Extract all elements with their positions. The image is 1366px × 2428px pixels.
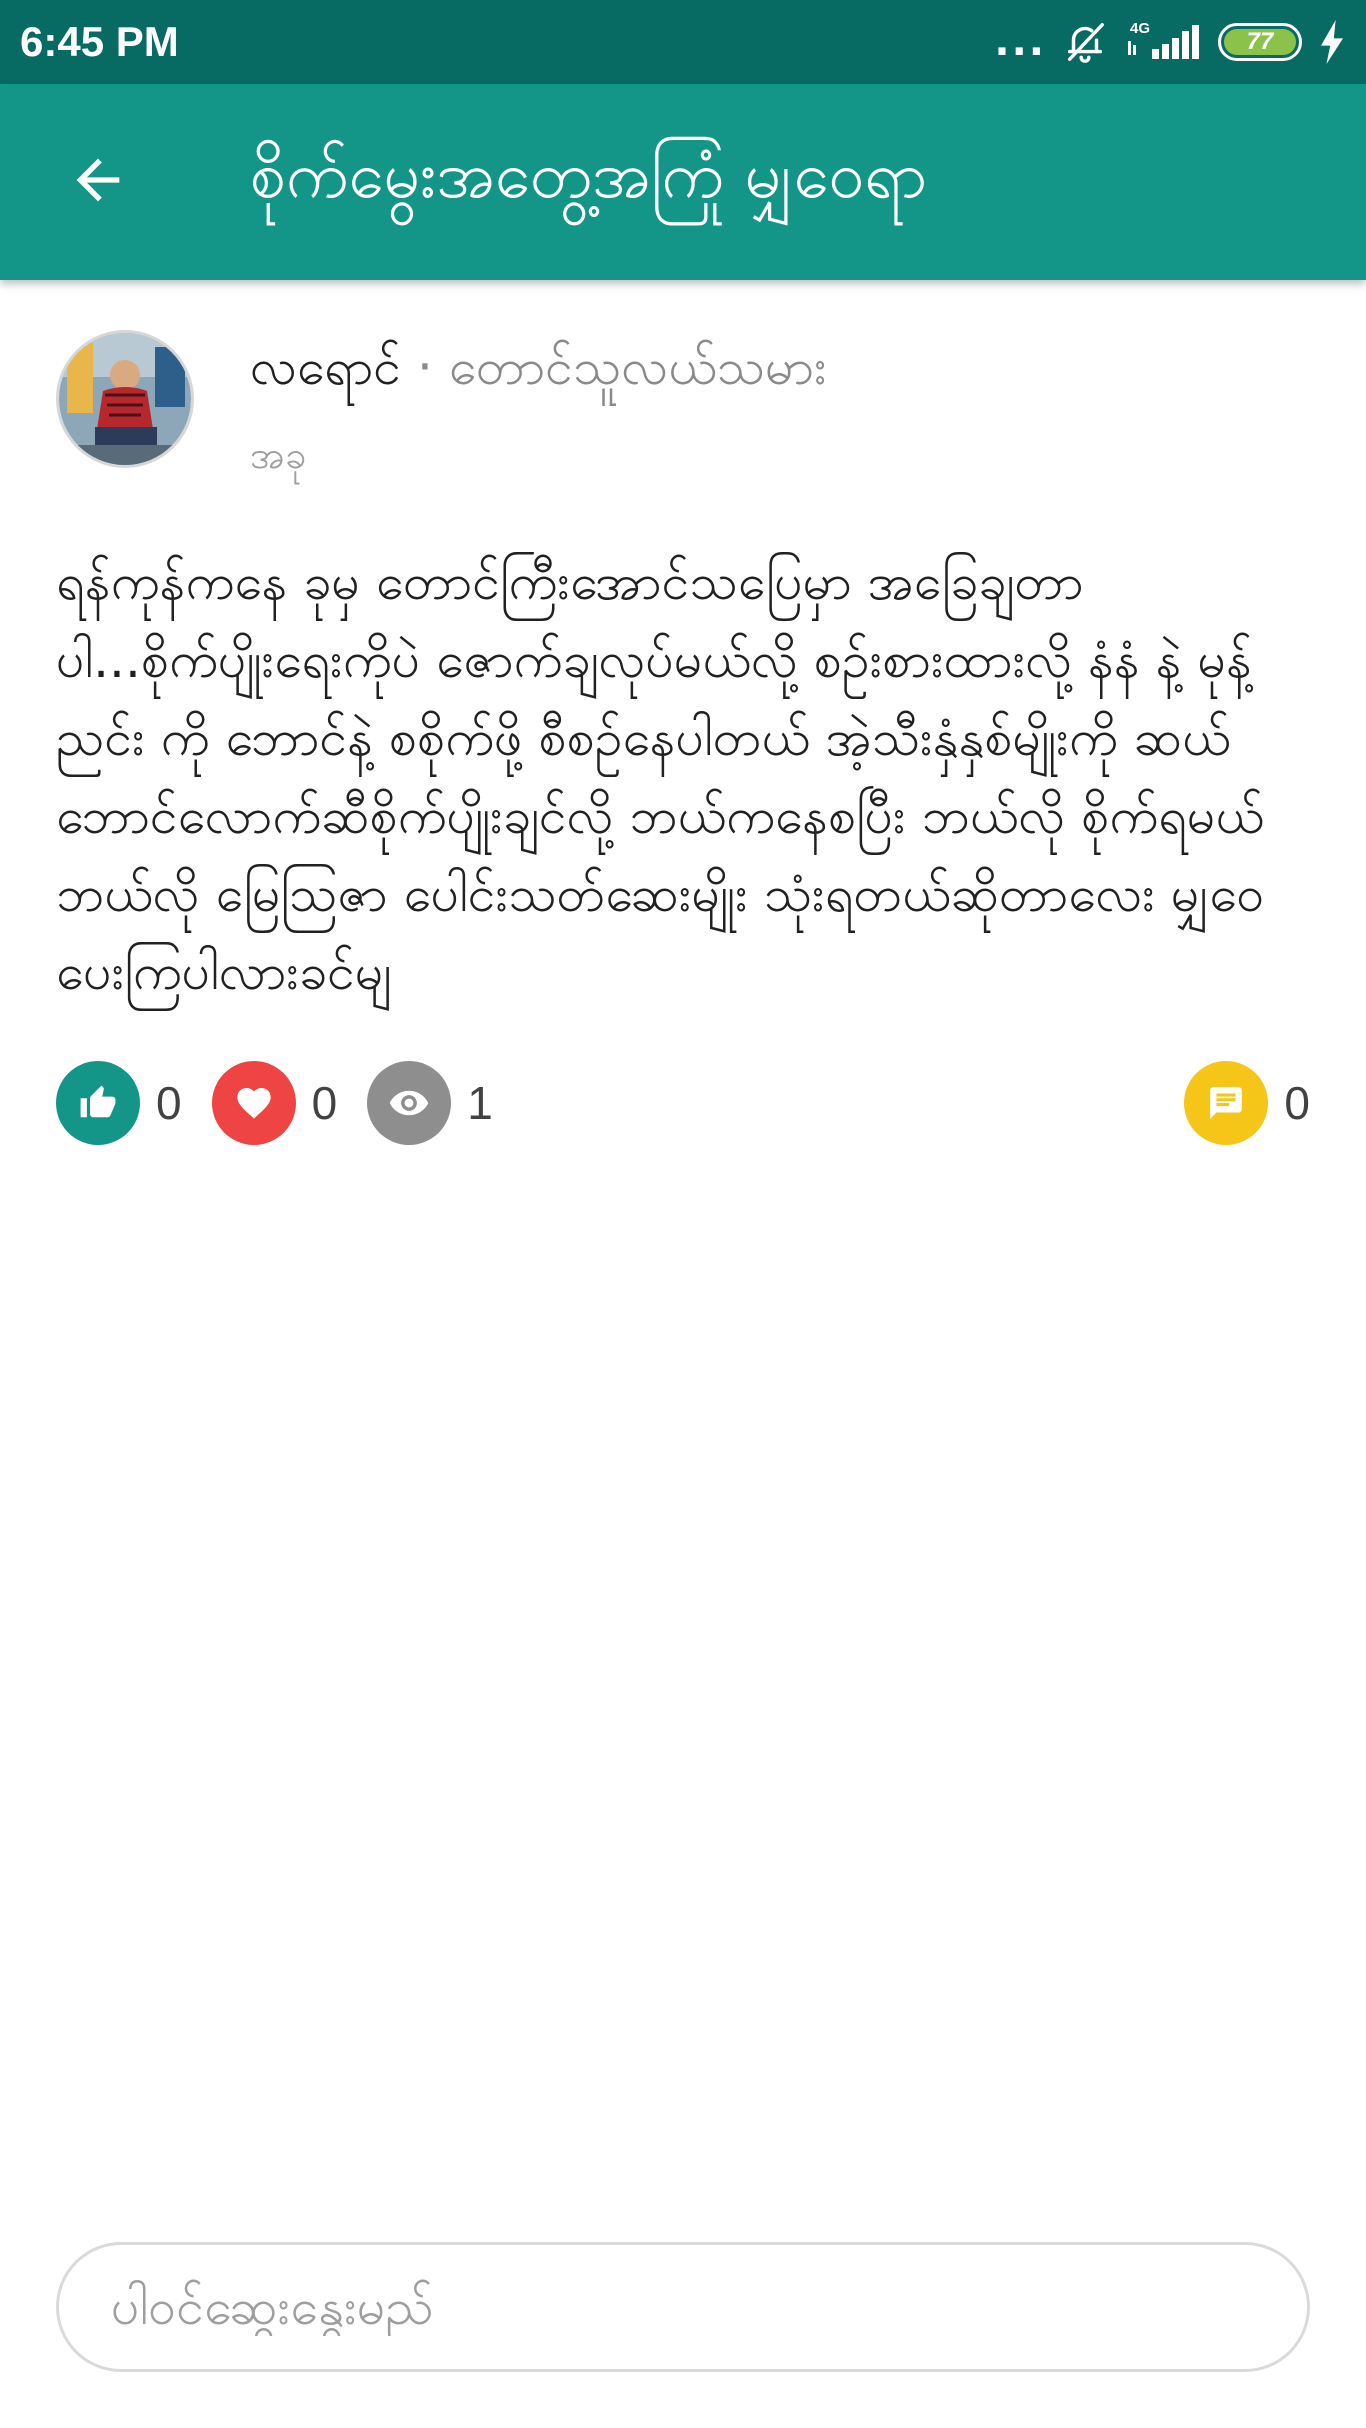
comments-button[interactable]: 0 [1184,1061,1310,1145]
battery-level: 77 [1224,28,1296,55]
status-time: 6:45 PM [20,18,179,65]
notifications-muted-icon [1062,19,1108,65]
author-name[interactable]: လရောင် [250,338,401,396]
charging-icon [1318,20,1346,64]
page-title: စိုက်မွေးအတွေ့အကြုံ မျှဝေရာ [250,139,928,213]
like-count: 0 [156,1077,182,1129]
author-block: လရောင် · တောင်သူလယ်သမား အခု [250,336,827,487]
post-body: ရန်ကုန်ကနေ ခုမှ တောင်ကြီးအောင်သပြေမှာ အခ… [56,553,1265,1001]
arrow-left-icon [66,148,130,216]
post-header: လရောင် · တောင်သူလယ်သမား အခု [56,330,1310,487]
eye-icon [367,1061,452,1145]
network-type-label: 4G [1130,20,1150,37]
comment-input[interactable] [111,2278,1255,2336]
app-bar: စိုက်မွေးအတွေ့အကြုံ မျှဝေရာ [0,84,1366,280]
post-timestamp: အခု [250,433,307,477]
heart-button[interactable]: 0 [211,1061,338,1145]
chat-bubble-icon [1184,1061,1269,1145]
signal-icon: 4G [1124,19,1202,65]
post-card: လရောင် · တောင်သူလယ်သမား အခု ရန်ကုန်ကနေ ခ… [0,280,1366,1145]
author-line: လရောင် · တောင်သူလယ်သမား [250,336,827,409]
author-role: တောင်သူလယ်သမား [448,338,827,396]
comment-count: 0 [1284,1077,1310,1129]
comment-box[interactable] [56,2242,1310,2372]
reaction-bar: 0 0 1 0 [56,1061,1310,1145]
back-button[interactable] [38,122,158,242]
view-count: 1 [467,1077,493,1129]
views-indicator: 1 [367,1061,493,1145]
like-button[interactable]: 0 [56,1061,182,1145]
avatar[interactable] [56,330,194,468]
heart-count: 0 [311,1077,338,1129]
status-bar: 6:45 PM ... 4G 77 [0,0,1366,84]
status-icons: ... 4G 77 [994,19,1346,65]
thumbs-up-icon [56,1061,140,1145]
heart-icon [211,1061,296,1145]
author-separator: · [416,338,433,396]
reaction-group-left: 0 0 1 [56,1061,523,1145]
status-dots: ... [994,19,1046,65]
battery-icon: 77 [1218,23,1302,61]
